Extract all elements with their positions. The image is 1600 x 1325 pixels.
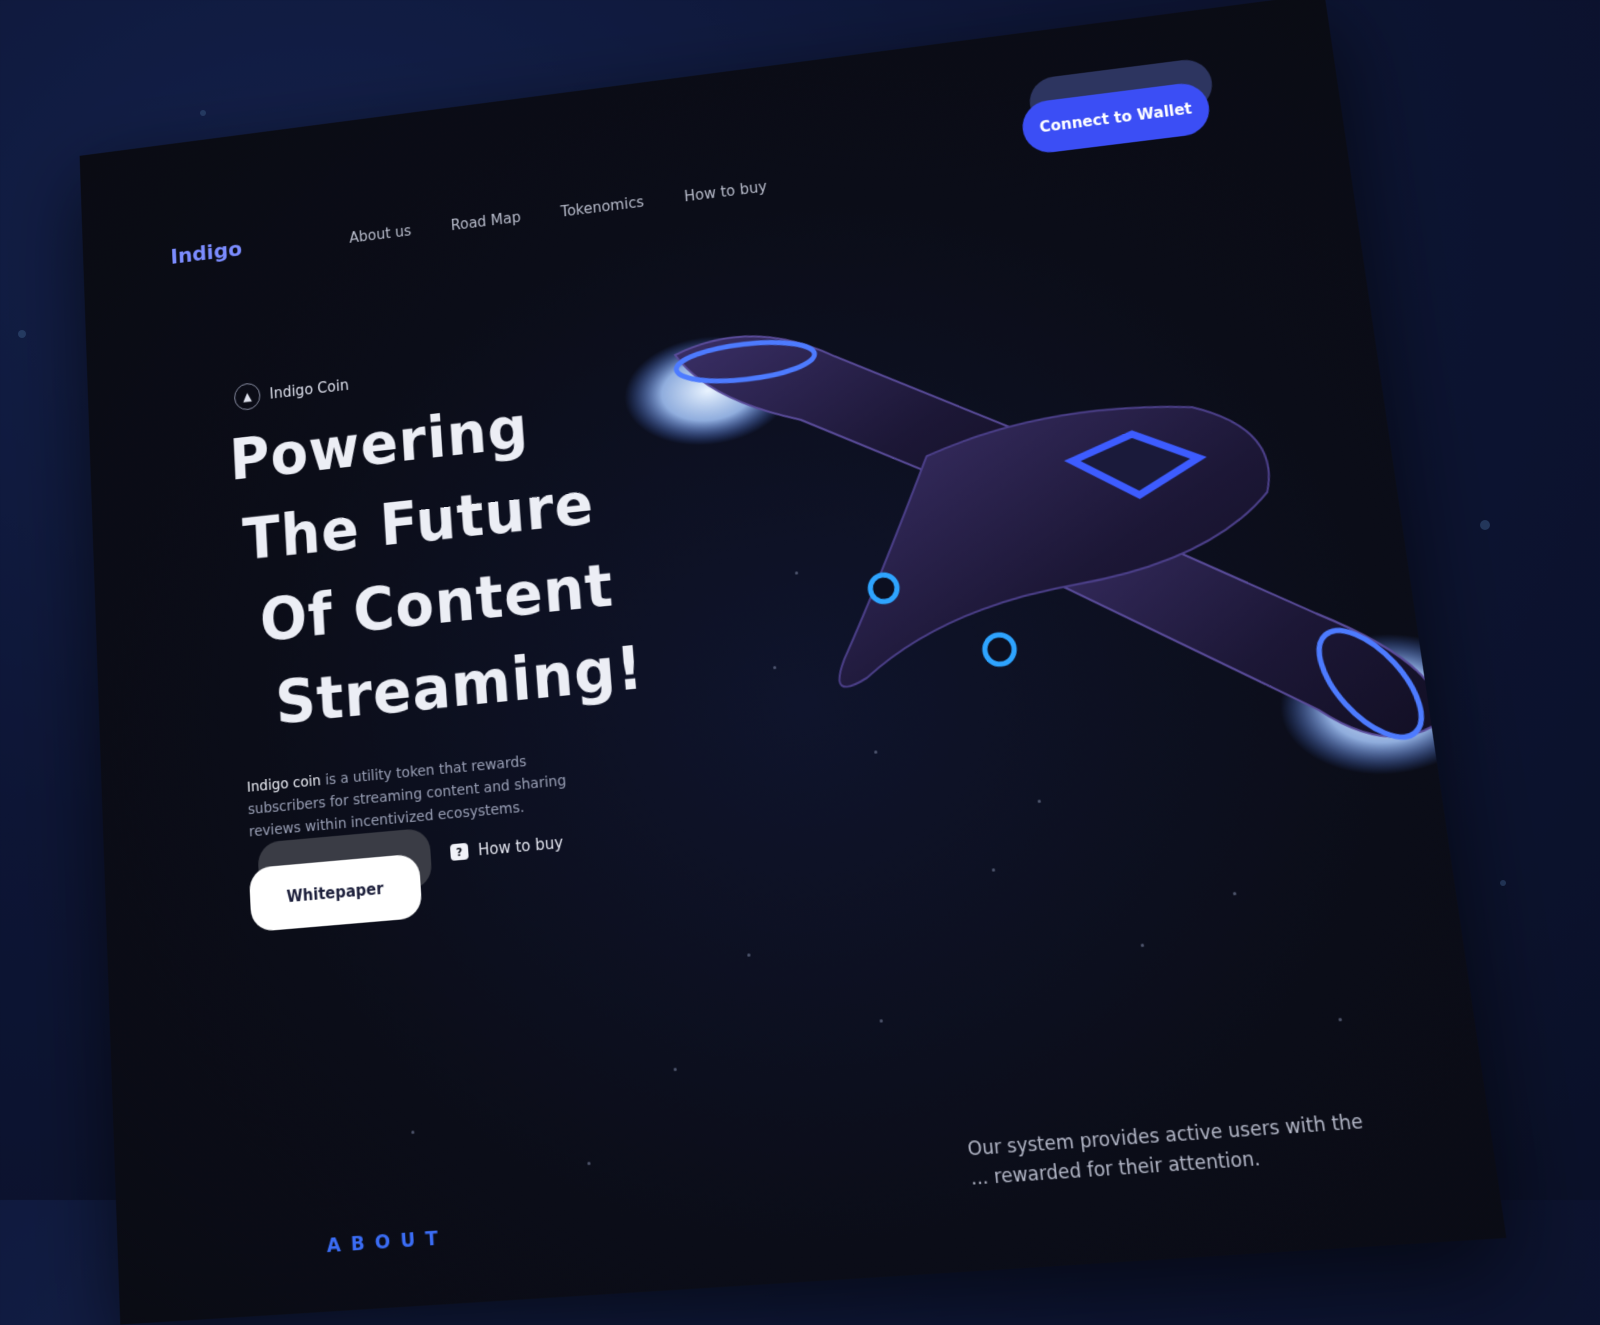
star <box>587 1161 591 1166</box>
nav-about-us[interactable]: About us <box>349 222 412 246</box>
engine-nozzle <box>983 634 1015 666</box>
description-text: is a utility token that rewards subscrib… <box>247 753 567 841</box>
engine-nozzle <box>869 574 898 603</box>
nav-tokenomics[interactable]: Tokenomics <box>560 193 644 220</box>
about-text: Our system provides active users with th… <box>966 1111 1365 1191</box>
about-section-label: ABOUT <box>326 1226 449 1258</box>
coin-badge-label: Indigo Coin <box>269 376 350 403</box>
background-star <box>1480 520 1490 530</box>
star <box>1338 1017 1343 1022</box>
coin-logo-icon: ▲ <box>233 381 261 412</box>
background-star <box>18 330 26 338</box>
how-to-buy-link[interactable]: ? How to buy <box>449 833 564 862</box>
star <box>1140 943 1145 948</box>
star <box>879 1019 883 1023</box>
chat-question-icon: ? <box>449 842 469 861</box>
star <box>673 1067 677 1072</box>
description-highlight: Indigo coin <box>246 772 322 796</box>
logo-text: Indigo <box>170 237 243 270</box>
coin-badge: ▲ Indigo Coin <box>233 372 350 412</box>
wallet-cta: Connect to Wallet <box>1018 56 1219 157</box>
whitepaper-cta: Whitepaper <box>248 827 439 936</box>
spaceship-illustration <box>620 231 1484 783</box>
nav-how-to-buy[interactable]: How to buy <box>683 178 767 205</box>
logo[interactable]: Indigo <box>170 238 242 270</box>
landing-page: Indigo About us Road Map Tokenomics How … <box>79 0 1507 1325</box>
star <box>991 868 996 872</box>
star <box>411 1130 415 1134</box>
how-to-buy-label: How to buy <box>477 833 564 860</box>
background-star <box>200 110 206 116</box>
background-star <box>1500 880 1506 886</box>
nav-road-map[interactable]: Road Map <box>450 209 521 234</box>
star <box>747 953 751 957</box>
whitepaper-button[interactable]: Whitepaper <box>248 853 423 933</box>
main-nav: About us Road Map Tokenomics How to buy <box>349 178 768 247</box>
star <box>1232 891 1237 896</box>
